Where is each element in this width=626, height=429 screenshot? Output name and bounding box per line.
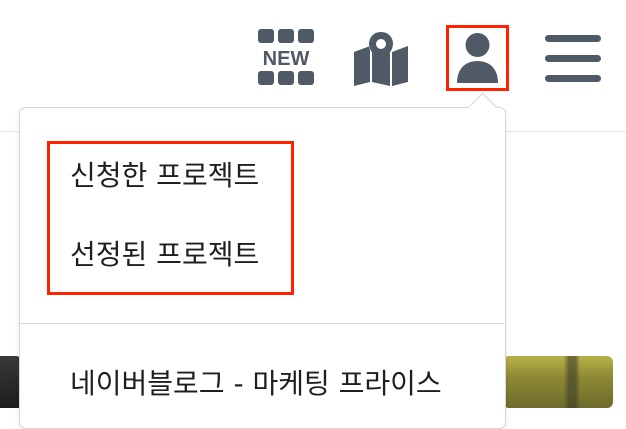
user-icon[interactable]	[446, 25, 509, 91]
new-icon-text: NEW	[263, 48, 310, 70]
map-icon[interactable]	[352, 32, 410, 86]
new-icon[interactable]: NEW	[257, 28, 315, 86]
menu-divider	[20, 323, 504, 324]
highlight-box	[47, 141, 294, 295]
menu-item-recent-blog[interactable]: 네이버블로그 - 마케팅 프라이스	[70, 366, 442, 402]
menu-icon[interactable]	[544, 33, 602, 85]
background-thumbnail-right	[503, 356, 613, 408]
